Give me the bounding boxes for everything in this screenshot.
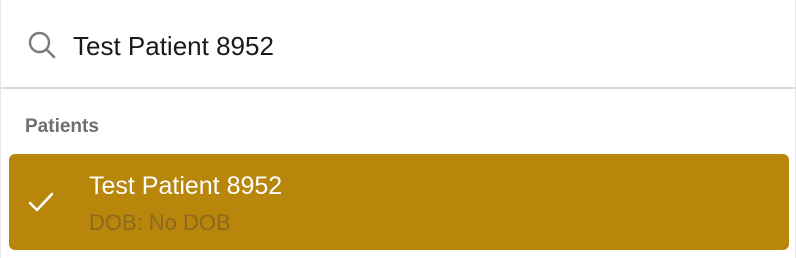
dob-value: No DOB bbox=[148, 210, 231, 235]
search-input[interactable] bbox=[73, 26, 753, 66]
dob-label: DOB: bbox=[89, 210, 143, 235]
group-label-patients: Patients bbox=[25, 116, 99, 137]
search-bar bbox=[1, 0, 795, 89]
result-item-patient[interactable]: Test Patient 8952 DOB: No DOB bbox=[9, 154, 789, 250]
result-patient-dob: DOB: No DOB bbox=[89, 210, 231, 236]
result-patient-name: Test Patient 8952 bbox=[89, 172, 283, 200]
search-icon bbox=[27, 30, 57, 60]
checkmark-icon bbox=[27, 190, 55, 214]
patient-search-popover: Patients Test Patient 8952 DOB:No DOB bbox=[0, 0, 796, 258]
